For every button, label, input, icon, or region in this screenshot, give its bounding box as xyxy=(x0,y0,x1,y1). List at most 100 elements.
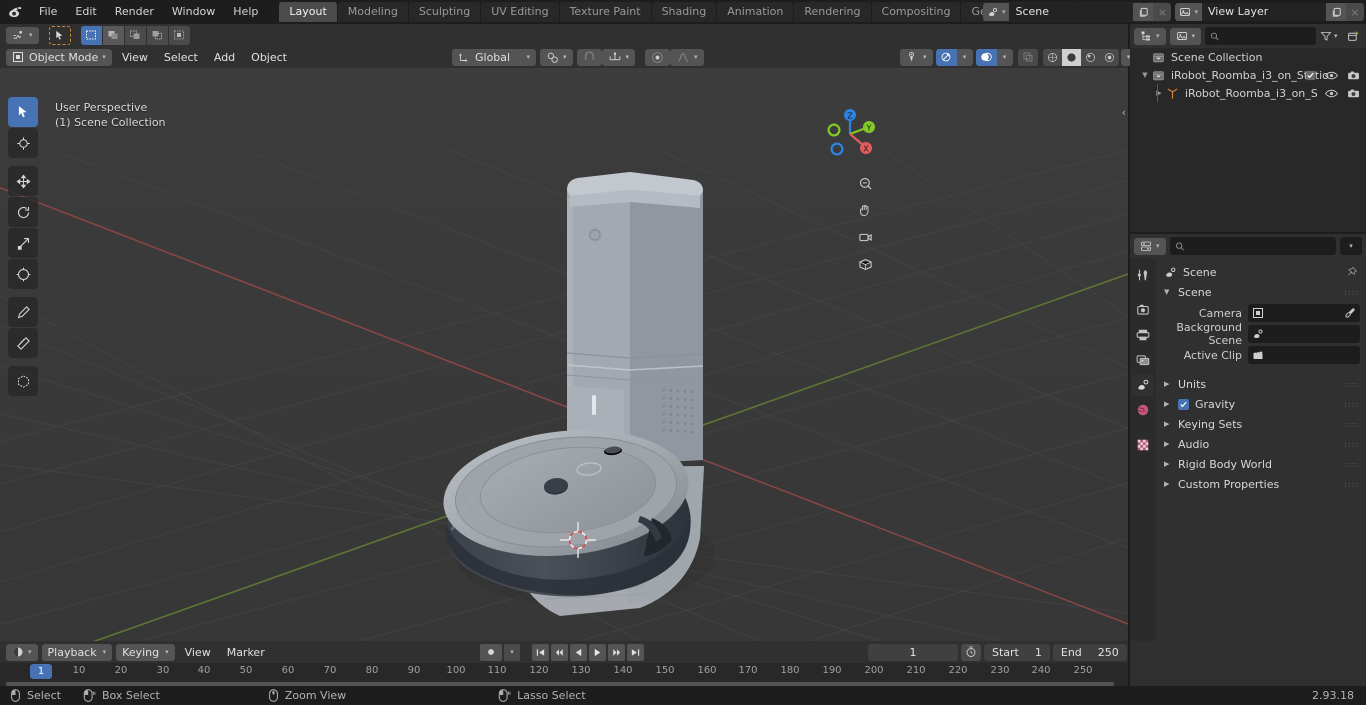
menu-help[interactable]: Help xyxy=(224,3,267,21)
outliner-row-object-irobot[interactable]: ▶ iRobot_Roomba_i3_on_S xyxy=(1130,84,1366,102)
shading-solid-button[interactable] xyxy=(1061,48,1081,66)
viewport-canvas[interactable]: User Perspective (1) Scene Collection Z … xyxy=(0,68,1128,641)
viewlayer-remove-button[interactable]: × xyxy=(1346,3,1364,21)
eye-icon[interactable] xyxy=(1325,70,1338,81)
sidebar-toggle-arrow[interactable]: ‹ xyxy=(1122,106,1126,119)
proportional-edit-toggle[interactable] xyxy=(645,48,671,66)
shading-wireframe-button[interactable] xyxy=(1042,48,1062,66)
snap-element-selector[interactable]: ▾ xyxy=(601,48,636,66)
pan-hand-icon[interactable] xyxy=(854,199,876,221)
viewlayer-browse-button[interactable]: ▾ xyxy=(1175,3,1202,21)
properties-tab-texture[interactable] xyxy=(1132,434,1154,456)
panel-rigid-body-world-header[interactable]: ▶ Rigid Body World :::: xyxy=(1156,454,1366,474)
pin-icon[interactable] xyxy=(1346,266,1358,278)
ortho-persp-icon[interactable] xyxy=(854,253,876,275)
timeline-playback-menu[interactable]: Playback ▾ xyxy=(41,643,113,661)
outliner-filter-id-button[interactable]: ▾ xyxy=(1169,27,1202,45)
object-visibility-button[interactable]: ▾ xyxy=(900,48,933,66)
scene-unlink-button[interactable]: × xyxy=(1153,3,1172,21)
properties-tab-tool[interactable] xyxy=(1132,264,1154,286)
use-preview-range-button[interactable] xyxy=(961,643,981,661)
timeline-ruler[interactable]: 1 10 20 30 40 50 60 70 80 90 100 110 120… xyxy=(0,663,1128,681)
properties-tab-output[interactable] xyxy=(1132,324,1154,346)
camera-render-icon[interactable] xyxy=(1347,70,1360,81)
properties-tab-viewlayer[interactable] xyxy=(1132,349,1154,371)
camera-render-icon[interactable] xyxy=(1347,88,1360,99)
eyedropper-icon[interactable] xyxy=(1344,307,1356,319)
properties-tab-render[interactable] xyxy=(1132,299,1154,321)
transform-orientation-selector[interactable]: Global ▾ xyxy=(452,48,536,66)
zoom-icon[interactable] xyxy=(854,172,876,194)
frame-start-field[interactable]: Start 1 xyxy=(984,643,1050,661)
scene-duplicate-button[interactable] xyxy=(1133,3,1154,21)
outliner-display-mode-button[interactable]: ▾ xyxy=(1134,27,1166,45)
properties-search-input[interactable] xyxy=(1188,239,1331,253)
menu-render[interactable]: Render xyxy=(106,3,163,21)
disclosure-right-icon[interactable]: ▶ xyxy=(1152,89,1166,97)
outliner-new-collection-button[interactable] xyxy=(1344,30,1362,43)
tool-annotate[interactable] xyxy=(8,297,38,327)
outliner-row-scene-collection[interactable]: Scene Collection xyxy=(1130,48,1366,66)
play-reverse-button[interactable] xyxy=(570,643,587,661)
snap-magnet-toggle[interactable] xyxy=(576,48,602,66)
workspace-tab-modeling[interactable]: Modeling xyxy=(337,2,408,22)
properties-search-box[interactable] xyxy=(1169,237,1336,255)
overlays-dropdown[interactable]: ▾ xyxy=(996,48,1013,66)
outliner-search-box[interactable] xyxy=(1205,27,1316,45)
panel-custom-properties-header[interactable]: ▶ Custom Properties :::: xyxy=(1156,474,1366,494)
properties-tab-scene[interactable] xyxy=(1132,374,1154,396)
shading-material-button[interactable] xyxy=(1080,48,1100,66)
select-invert-icon[interactable] xyxy=(146,25,168,45)
active-tool-indicator[interactable] xyxy=(48,25,71,45)
menu-file[interactable]: File xyxy=(30,3,66,21)
workspace-tab-rendering[interactable]: Rendering xyxy=(794,2,871,22)
select-subtract-icon[interactable] xyxy=(124,25,146,45)
tool-move[interactable] xyxy=(8,166,38,196)
prop-field-background-scene[interactable] xyxy=(1248,325,1360,343)
panel-units-header[interactable]: ▶ Units :::: xyxy=(1156,374,1366,394)
prop-field-active-clip[interactable] xyxy=(1248,346,1360,364)
select-extend-icon[interactable] xyxy=(102,25,124,45)
viewport-menu-object[interactable]: Object xyxy=(245,49,293,66)
viewport-menu-select[interactable]: Select xyxy=(158,49,204,66)
viewport-menu-view[interactable]: View xyxy=(116,49,154,66)
snap-target-selector[interactable]: ▾ xyxy=(540,48,573,66)
tool-tweak[interactable] xyxy=(8,97,38,127)
properties-options-dropdown[interactable]: ▾ xyxy=(1340,237,1362,255)
scene-name-field[interactable]: Scene xyxy=(1009,3,1134,21)
select-intersect-icon[interactable] xyxy=(168,25,190,45)
select-box-icon[interactable] xyxy=(80,25,102,45)
scene-browse-button[interactable]: ▾ xyxy=(982,3,1010,21)
tool-measure[interactable] xyxy=(8,328,38,358)
timeline-menu-marker[interactable]: Marker xyxy=(221,644,271,661)
auto-keying-button[interactable] xyxy=(480,643,502,661)
tool-cursor[interactable] xyxy=(8,128,38,158)
workspace-tab-animation[interactable]: Animation xyxy=(717,2,794,22)
view-layer-selector[interactable]: ▾ View Layer × xyxy=(1175,3,1364,21)
workspace-tab-shading[interactable]: Shading xyxy=(651,2,717,22)
panel-keying-sets-header[interactable]: ▶ Keying Sets :::: xyxy=(1156,414,1366,434)
next-keyframe-button[interactable] xyxy=(608,643,625,661)
proportional-falloff-selector[interactable]: ▾ xyxy=(670,48,704,66)
panel-gravity-header[interactable]: ▶ Gravity :::: xyxy=(1156,394,1366,414)
tool-transform[interactable] xyxy=(8,259,38,289)
eye-icon[interactable] xyxy=(1325,88,1338,99)
xray-toggle[interactable] xyxy=(1017,48,1038,66)
scene-selector[interactable]: ▾ Scene × xyxy=(982,3,1172,21)
gizmo-toggle[interactable] xyxy=(935,48,957,66)
frame-end-field[interactable]: End 250 xyxy=(1052,643,1127,661)
timeline-playhead[interactable]: 1 xyxy=(30,664,52,679)
viewlayer-name-field[interactable]: View Layer xyxy=(1202,3,1326,21)
menu-edit[interactable]: Edit xyxy=(66,3,105,21)
camera-icon[interactable] xyxy=(854,226,876,248)
blender-logo-icon[interactable] xyxy=(0,0,30,24)
workspace-tab-sculpting[interactable]: Sculpting xyxy=(408,2,481,22)
outliner-row-collection-irobot[interactable]: ▼ iRobot_Roomba_i3_on_Statio xyxy=(1130,66,1366,84)
current-frame-field[interactable]: 1 xyxy=(868,643,958,661)
object-mode-selector[interactable]: Object Mode ▾ xyxy=(6,48,112,66)
auto-keying-dropdown[interactable]: ▾ xyxy=(504,643,520,661)
timeline-keying-menu[interactable]: Keying ▾ xyxy=(116,643,175,661)
overlays-toggle[interactable] xyxy=(975,48,997,66)
timeline-editor-type-button[interactable]: ▾ xyxy=(6,643,38,661)
tool-rotate[interactable] xyxy=(8,197,38,227)
